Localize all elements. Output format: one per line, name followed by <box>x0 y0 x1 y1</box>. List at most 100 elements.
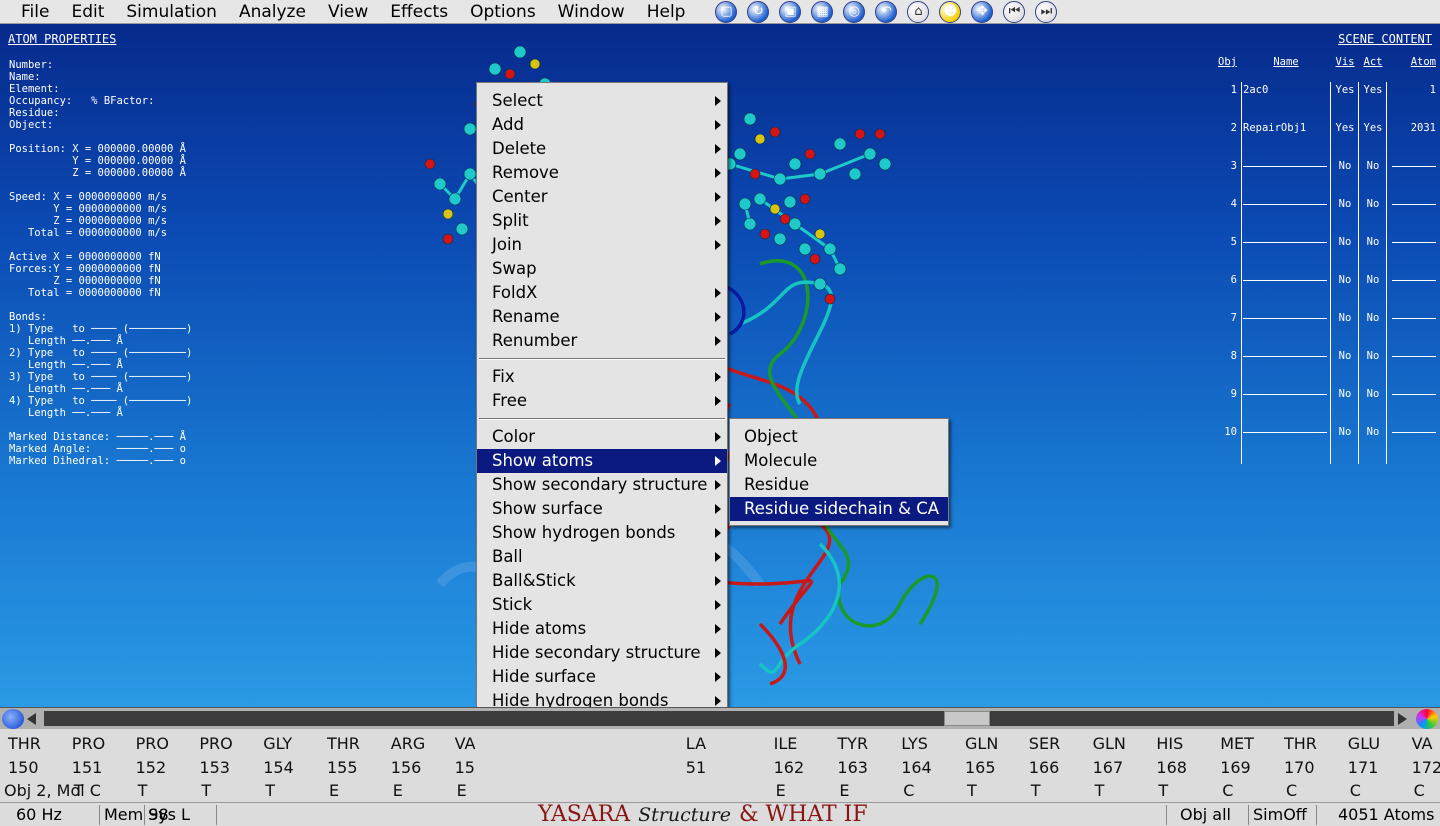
sequence-number[interactable]: 51 <box>686 756 706 780</box>
sequence-residue[interactable]: THR <box>327 732 360 756</box>
menu-item-show-secondary-structure[interactable]: Show secondary structure <box>477 473 727 497</box>
face-icon[interactable]: ☻ <box>939 0 962 23</box>
sequence-structure[interactable]: C <box>903 779 914 803</box>
sequence-number[interactable]: 156 <box>391 756 422 780</box>
menu-item-select[interactable]: Select <box>477 89 727 113</box>
new-icon[interactable]: ▢ <box>715 0 738 23</box>
sequence-residue[interactable]: GLN <box>965 732 998 756</box>
scrollbar-track[interactable] <box>44 711 1394 726</box>
submenu-item-molecule[interactable]: Molecule <box>730 449 948 473</box>
sequence-structure[interactable]: C <box>1286 779 1297 803</box>
scroll-left-icon[interactable] <box>27 713 36 725</box>
undo-icon[interactable]: ↶ <box>875 0 898 23</box>
open-icon[interactable]: ↻ <box>747 0 770 23</box>
simulation-toggle[interactable]: SimOff <box>1253 803 1307 826</box>
menu-item-join[interactable]: Join <box>477 233 727 257</box>
sequence-structure[interactable]: T <box>265 779 275 803</box>
sequence-number[interactable]: 162 <box>774 756 805 780</box>
sequence-residue[interactable]: ILE <box>774 732 798 756</box>
menu-item-center[interactable]: Center <box>477 185 727 209</box>
sequence-residue[interactable]: SER <box>1029 732 1060 756</box>
sequence-structure[interactable]: T <box>1158 779 1168 803</box>
sequence-structure[interactable]: T <box>1095 779 1105 803</box>
sequence-orb-icon[interactable] <box>2 709 24 729</box>
menu-effects[interactable]: Effects <box>379 0 459 24</box>
sequence-structure[interactable]: E <box>776 779 786 803</box>
sequence-residue[interactable]: PRO <box>136 732 169 756</box>
menu-item-hide-atoms[interactable]: Hide atoms <box>477 617 727 641</box>
sequence-residue[interactable]: HIS <box>1156 732 1183 756</box>
sequence-residue[interactable]: GLU <box>1348 732 1380 756</box>
sequence-residue[interactable]: LYS <box>901 732 928 756</box>
menu-item-swap[interactable]: Swap <box>477 257 727 281</box>
scene-table-row[interactable]: 7 No No <box>1212 312 1438 350</box>
scene-table-row[interactable]: 5 No No <box>1212 236 1438 274</box>
sequence-number[interactable]: 167 <box>1093 756 1124 780</box>
sequence-residue[interactable]: GLN <box>1093 732 1126 756</box>
scene-table-row[interactable]: 8 No No <box>1212 350 1438 388</box>
submenu-item-residue-sidechain-ca[interactable]: Residue sidechain & CA <box>730 497 948 521</box>
sequence-structure[interactable]: T <box>138 779 148 803</box>
scene-table-row[interactable]: 6 No No <box>1212 274 1438 312</box>
sequence-residue[interactable]: THR <box>1284 732 1317 756</box>
menu-item-foldx[interactable]: FoldX <box>477 281 727 305</box>
menu-item-fix[interactable]: Fix <box>477 365 727 389</box>
sequence-number[interactable]: 155 <box>327 756 358 780</box>
sequence-number[interactable]: 165 <box>965 756 996 780</box>
sequence-number[interactable]: 168 <box>1156 756 1187 780</box>
menu-item-rename[interactable]: Rename <box>477 305 727 329</box>
scrollbar-thumb[interactable] <box>943 711 990 726</box>
sequence-residue[interactable]: THR <box>8 732 41 756</box>
sequence-number[interactable]: 163 <box>837 756 868 780</box>
menu-analyze[interactable]: Analyze <box>228 0 317 24</box>
sequence-structure[interactable]: Obj 2, Mol C <box>4 779 101 803</box>
sequence-structure[interactable]: T <box>74 779 84 803</box>
menu-help[interactable]: Help <box>636 0 697 24</box>
menu-item-delete[interactable]: Delete <box>477 137 727 161</box>
sequence-residue[interactable]: VA <box>455 732 476 756</box>
sequence-number[interactable]: 153 <box>199 756 230 780</box>
sequence-residue[interactable]: LA <box>686 732 706 756</box>
sequence-residue[interactable]: MET <box>1220 732 1254 756</box>
menu-item-add[interactable]: Add <box>477 113 727 137</box>
sequence-number[interactable]: 169 <box>1220 756 1251 780</box>
sequence-structure[interactable]: C <box>1350 779 1361 803</box>
sequence-structure[interactable]: T <box>201 779 211 803</box>
save-icon[interactable]: ▣ <box>779 0 802 23</box>
sequence-residue[interactable]: GLY <box>263 732 292 756</box>
screenshot-icon[interactable]: ▦ <box>811 0 834 23</box>
menu-item-remove[interactable]: Remove <box>477 161 727 185</box>
sequence-number[interactable]: 171 <box>1348 756 1379 780</box>
globe-icon[interactable]: ◎ <box>843 0 866 23</box>
sequence-number[interactable]: 15 <box>455 756 475 780</box>
menu-item-renumber[interactable]: Renumber <box>477 329 727 353</box>
sequence-number[interactable]: 172 <box>1412 756 1440 780</box>
menu-item-color[interactable]: Color <box>477 425 727 449</box>
sequence-structure[interactable]: E <box>329 779 339 803</box>
sequence-residue[interactable]: TYR <box>837 732 868 756</box>
sequence-residue[interactable]: VA <box>1412 732 1433 756</box>
rewind-icon[interactable]: ⏮ <box>1003 0 1026 23</box>
menu-edit[interactable]: Edit <box>60 0 115 24</box>
sequence-structure[interactable]: C <box>1414 779 1425 803</box>
scene-table-row[interactable]: 1 2ac0 Yes Yes 1 <box>1212 84 1438 122</box>
move-icon[interactable]: ✥ <box>971 0 994 23</box>
sequence-structure[interactable]: E <box>393 779 403 803</box>
sequence-number[interactable]: 150 <box>8 756 39 780</box>
sequence-residue[interactable]: ARG <box>391 732 425 756</box>
menu-file[interactable]: File <box>0 0 60 24</box>
sequence-structure[interactable]: T <box>967 779 977 803</box>
menu-item-ball[interactable]: Ball <box>477 545 727 569</box>
submenu-item-object[interactable]: Object <box>730 425 948 449</box>
sequence-number[interactable]: 164 <box>901 756 932 780</box>
menu-item-free[interactable]: Free <box>477 389 727 413</box>
menu-item-split[interactable]: Split <box>477 209 727 233</box>
sequence-residue[interactable]: PRO <box>199 732 232 756</box>
sequence-residue[interactable]: PRO <box>72 732 105 756</box>
sequence-number[interactable]: 170 <box>1284 756 1315 780</box>
menu-item-stick[interactable]: Stick <box>477 593 727 617</box>
menu-item-show-surface[interactable]: Show surface <box>477 497 727 521</box>
menu-item-hide-surface[interactable]: Hide surface <box>477 665 727 689</box>
scene-table-row[interactable]: 3 No No <box>1212 160 1438 198</box>
menu-view[interactable]: View <box>317 0 379 24</box>
